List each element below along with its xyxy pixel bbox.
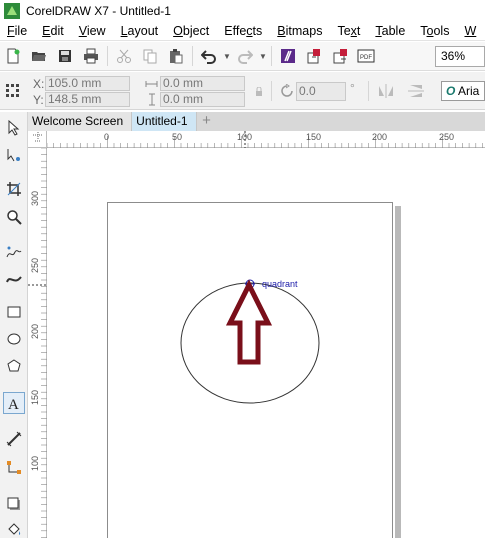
cursor-crosshair <box>28 131 246 286</box>
annotation-arrow-icon <box>225 279 273 365</box>
coreldraw-window: CorelDRAW X7 - Untitled-1 File Edit View… <box>0 0 485 538</box>
snap-hint-label: quadrant <box>262 279 298 289</box>
canvas-objects <box>28 131 320 404</box>
